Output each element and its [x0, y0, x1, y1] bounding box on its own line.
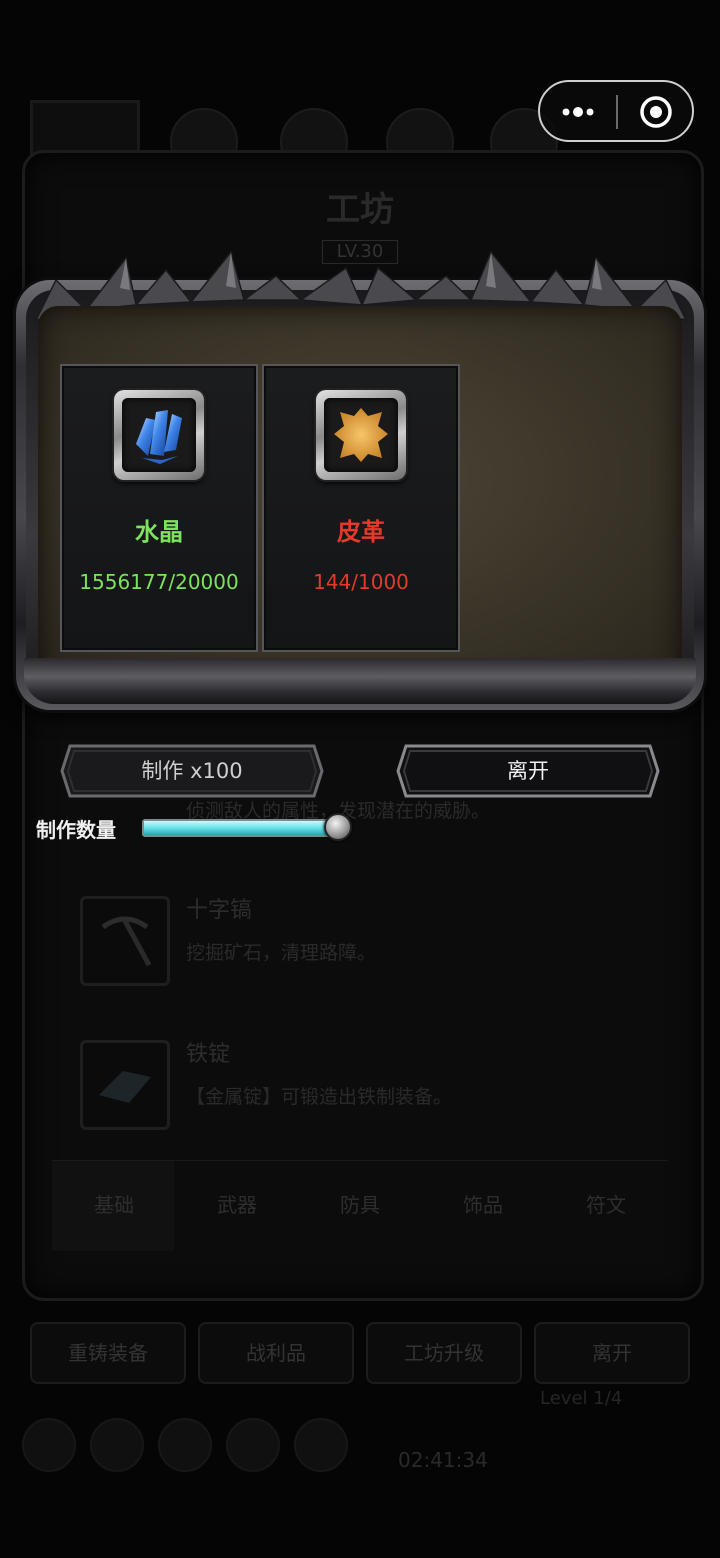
bg-small-text: Level 1/4 — [540, 1388, 623, 1409]
bg-bottom-icon — [22, 1418, 76, 1472]
craft-quantity-slider[interactable] — [142, 819, 340, 837]
bg-item-name: 十字镐 — [186, 898, 253, 923]
craft-button-label: 制作 x100 — [141, 759, 243, 783]
bg-bottom-icon — [294, 1418, 348, 1472]
tab-armor: 防具 — [340, 1193, 380, 1217]
bg-list-item: 铁锭 【金属锭】可锻造出铁制装备。 — [60, 1034, 660, 1154]
tab-weapons: 武器 — [217, 1193, 257, 1217]
material-requirements-dialog: 水晶 1556177/20000 皮革 144/1000 — [16, 250, 704, 714]
leave-button-label: 离开 — [507, 759, 549, 783]
bg-item-name: 铁锭 — [186, 1042, 231, 1067]
mini-program-capsule — [538, 80, 694, 142]
slider-fill — [144, 821, 338, 835]
material-count: 1556177/20000 — [79, 570, 239, 594]
craft-quantity-label: 制作数量 — [36, 818, 116, 842]
bg-workshop-title: 工坊 — [326, 190, 394, 230]
bg-bottom-icon — [90, 1418, 144, 1472]
leave-button[interactable]: 离开 — [396, 742, 660, 800]
material-name: 水晶 — [135, 518, 183, 546]
tab-accessories: 饰品 — [463, 1193, 503, 1217]
capsule-divider — [616, 95, 618, 129]
material-count: 144/1000 — [313, 570, 409, 594]
material-card-leather: 皮革 144/1000 — [262, 364, 460, 652]
bg-list-item: 十字镐 挖掘矿石，清理路障。 — [60, 890, 660, 1010]
slider-handle[interactable] — [324, 813, 352, 841]
bg-item-desc: 挖掘矿石，清理路障。 — [186, 942, 377, 964]
more-dots-icon[interactable] — [558, 100, 598, 124]
leather-icon-frame — [316, 390, 406, 480]
craft-x100-button[interactable]: 制作 x100 — [60, 742, 324, 800]
bg-leave-button: 离开 — [534, 1322, 690, 1384]
material-name: 皮革 — [337, 518, 385, 546]
mini-program-close-icon[interactable] — [638, 94, 674, 130]
dialog-frame-bottom — [24, 658, 696, 704]
crystal-icon-frame — [114, 390, 204, 480]
bg-bottom-icon — [158, 1418, 212, 1472]
material-card-crystal: 水晶 1556177/20000 — [60, 364, 258, 652]
bg-reforge-button: 重铸装备 — [30, 1322, 186, 1384]
bg-loot-button: 战利品 — [198, 1322, 354, 1384]
bg-upgrade-button: 工坊升级 — [366, 1322, 522, 1384]
pickaxe-icon — [80, 896, 170, 986]
crystal-icon — [122, 398, 196, 472]
bg-category-tabs: 基础 武器 防具 饰品 符文 — [52, 1160, 668, 1251]
iron-ingot-icon — [80, 1040, 170, 1130]
tab-basic: 基础 — [94, 1193, 134, 1217]
tab-runes: 符文 — [586, 1193, 626, 1217]
bg-bottom-icon — [226, 1418, 280, 1472]
bg-item-desc: 【金属锭】可锻造出铁制装备。 — [186, 1086, 453, 1108]
bg-timer: 02:41:34 — [398, 1448, 488, 1472]
leather-hide-icon — [324, 398, 398, 472]
